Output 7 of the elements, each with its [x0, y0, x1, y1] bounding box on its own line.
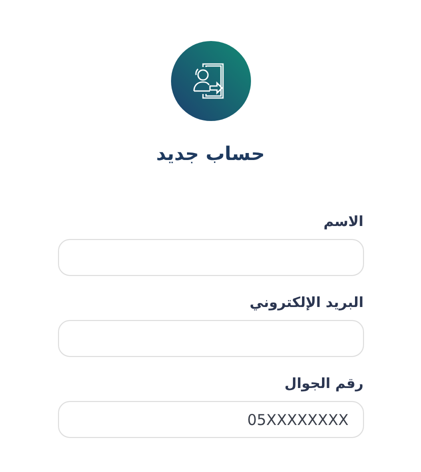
field-label: البريد الإلكتروني: [250, 294, 364, 312]
field-label: الاسم: [324, 213, 364, 231]
field-label: رقم الجوال: [284, 375, 364, 393]
input-field[interactable]: [58, 239, 364, 276]
page-title: حساب جديد: [156, 142, 265, 167]
input-field[interactable]: 05XXXXXXXX: [58, 401, 364, 438]
input-field[interactable]: [58, 320, 364, 357]
